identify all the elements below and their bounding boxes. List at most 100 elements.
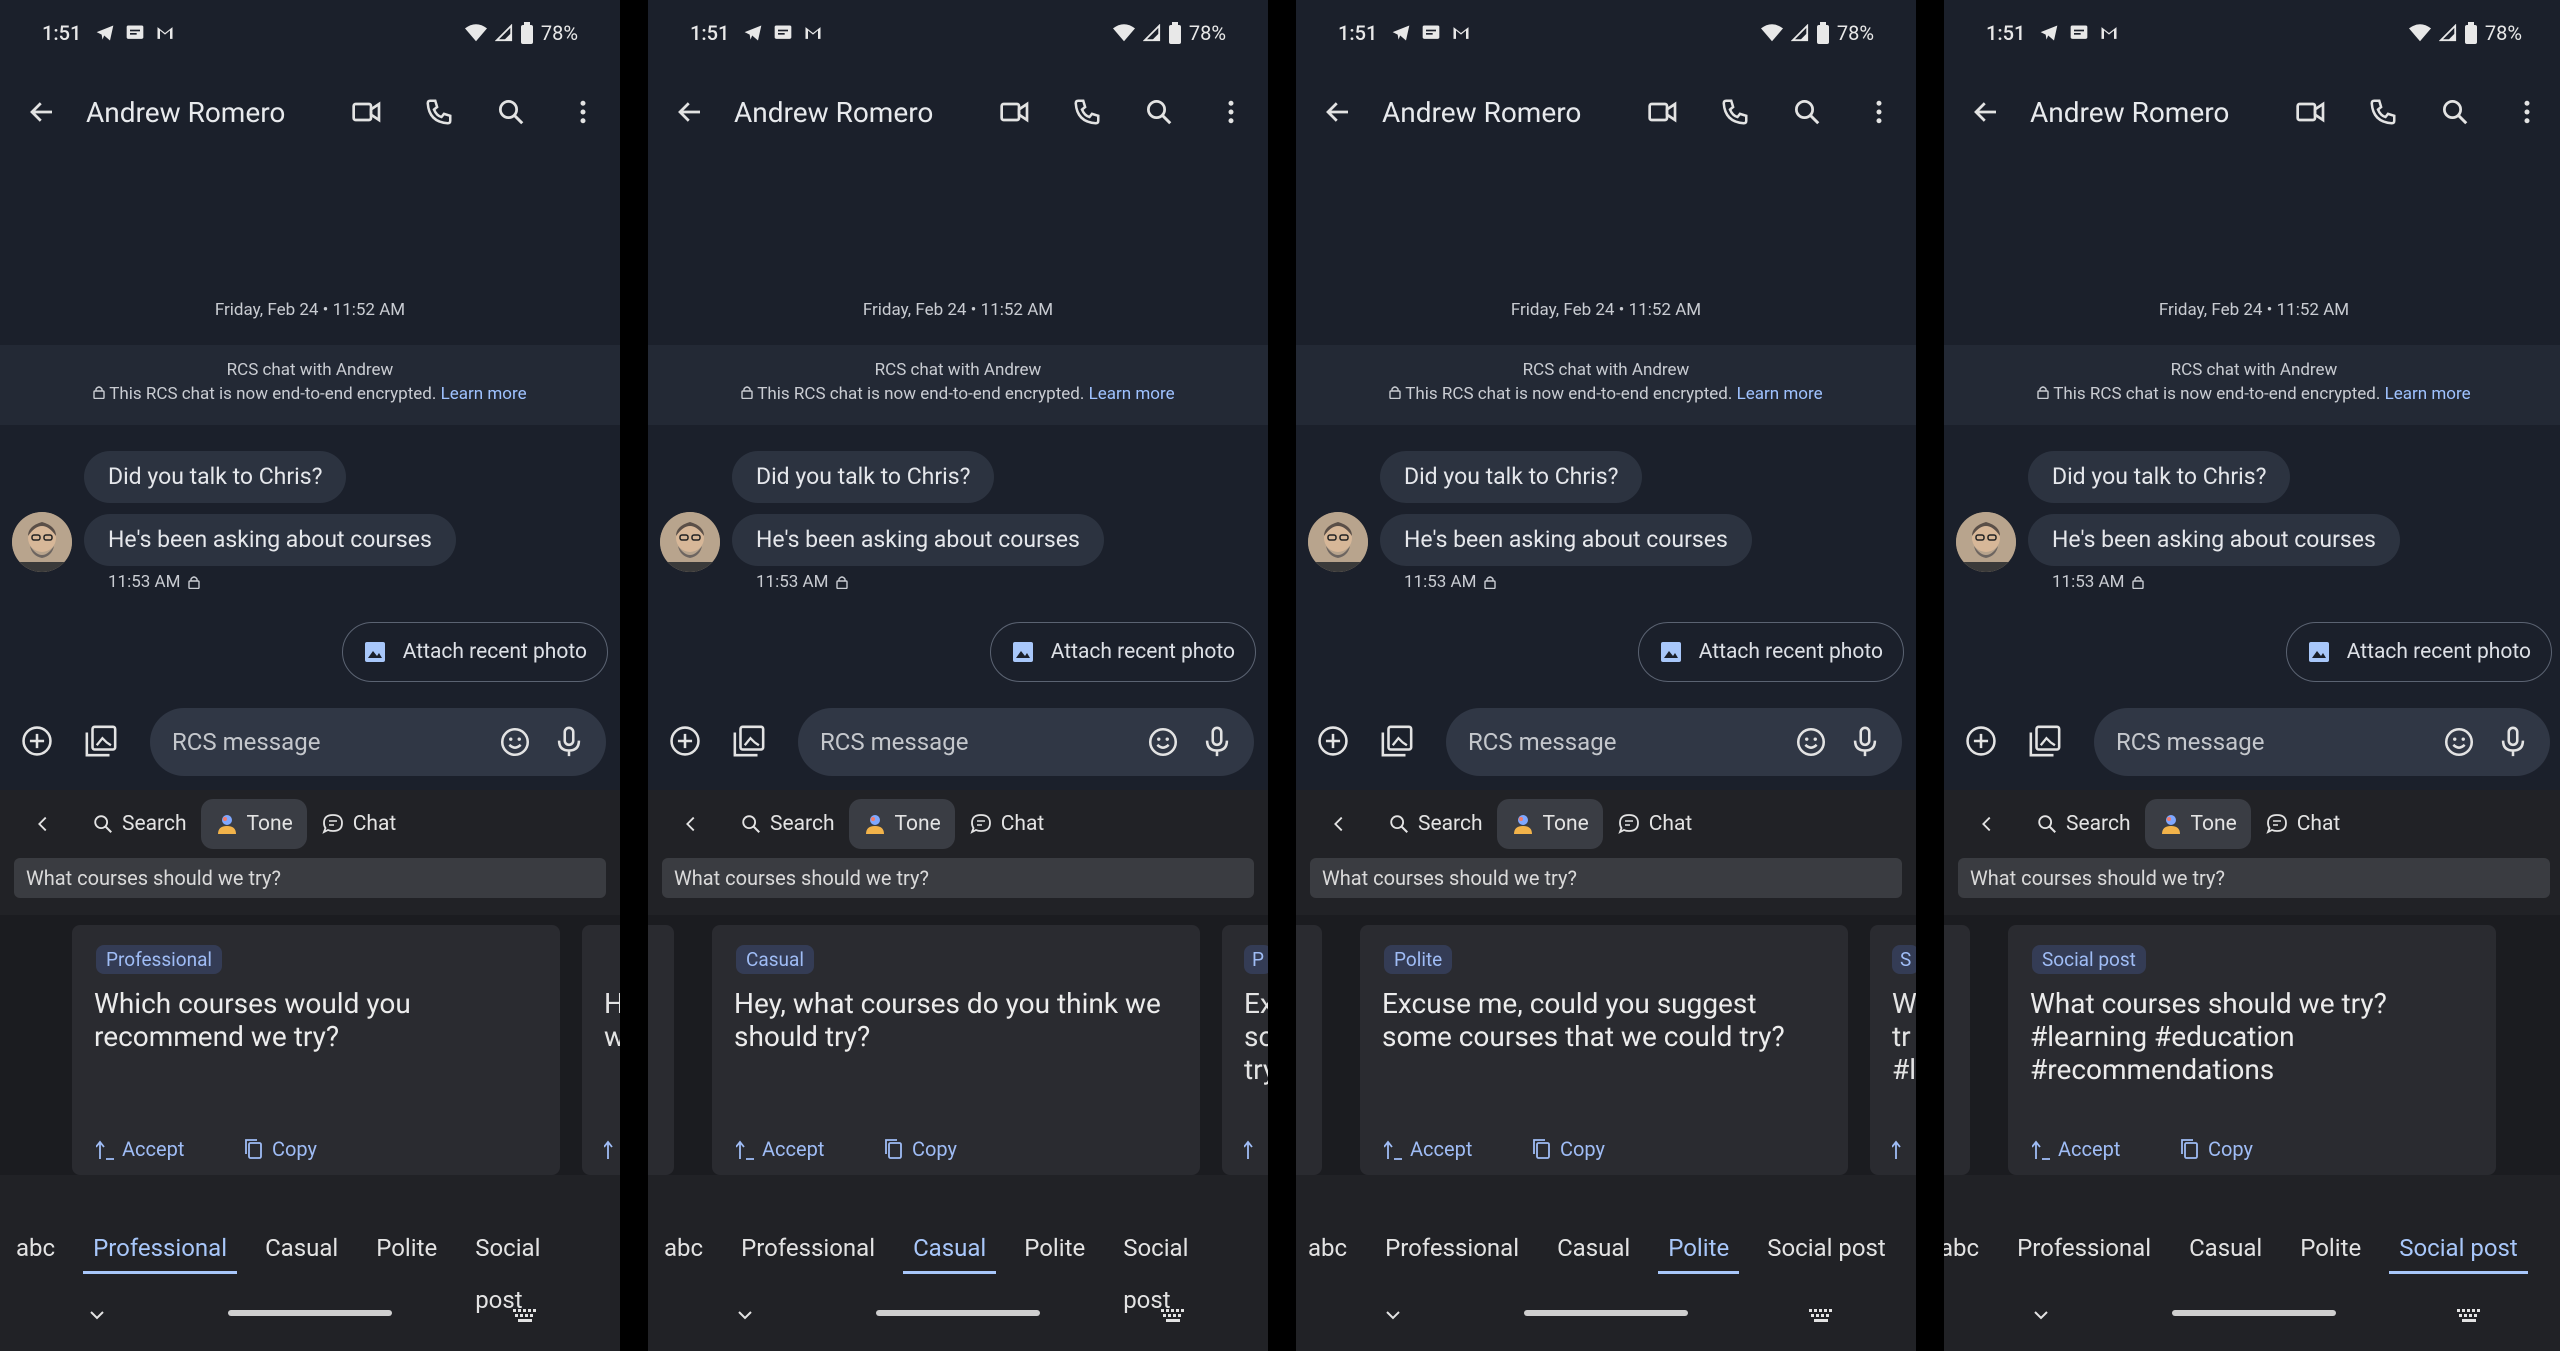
tone-tab-casual[interactable]: Casual [255, 1222, 348, 1274]
tone-tab-polite[interactable]: Polite [1658, 1222, 1740, 1274]
microphone-icon[interactable] [1848, 725, 1882, 759]
phone-call-icon[interactable] [422, 95, 456, 129]
tone-tab-abc[interactable]: abc [654, 1222, 713, 1274]
query-field[interactable]: What courses should we try? [14, 858, 606, 898]
tone-tab-abc[interactable]: abc [1298, 1222, 1357, 1274]
attach-recent-photo-button[interactable]: Attach recent photo [989, 622, 1256, 682]
home-indicator[interactable] [228, 1310, 392, 1316]
more-vert-icon[interactable] [2510, 95, 2544, 129]
tone-tab-casual[interactable]: Casual [1547, 1222, 1640, 1274]
tone-tab-social-post[interactable]: Social post [1757, 1222, 1896, 1274]
keyboard-icon[interactable] [1804, 1298, 1838, 1332]
tone-tab-professional[interactable]: Professional [1375, 1222, 1529, 1274]
phone-call-icon[interactable] [1070, 95, 1104, 129]
back-arrow-icon[interactable] [24, 94, 60, 130]
tab-tone[interactable]: Tone [1496, 799, 1603, 849]
tab-tone[interactable]: Tone [2144, 799, 2251, 849]
message-bubble[interactable]: He's been asking about courses [2028, 514, 2400, 566]
video-call-icon[interactable] [998, 95, 1032, 129]
microphone-icon[interactable] [1200, 725, 1234, 759]
tab-search[interactable]: Search [1374, 799, 1497, 849]
tab-search[interactable]: Search [2022, 799, 2145, 849]
message-bubble[interactable]: He's been asking about courses [1380, 514, 1752, 566]
tone-tab-casual[interactable]: Casual [903, 1222, 997, 1274]
microphone-icon[interactable] [2496, 725, 2530, 759]
message-input[interactable]: RCS message [2094, 708, 2550, 776]
tab-chat[interactable]: Chat [2251, 799, 2355, 849]
suggestion-card[interactable]: Polite Excuse me, could you suggest some… [1360, 925, 1848, 1175]
tab-tone[interactable]: Tone [200, 799, 307, 849]
search-icon[interactable] [494, 95, 528, 129]
add-circle-icon[interactable] [1964, 724, 1998, 758]
accept-button[interactable]: Accept [2032, 1137, 2120, 1161]
back-arrow-icon[interactable] [1968, 94, 2004, 130]
message-bubble[interactable]: Did you talk to Chris? [84, 451, 347, 503]
attach-recent-photo-button[interactable]: Attach recent photo [341, 622, 608, 682]
tone-tab-abc[interactable]: abc [6, 1222, 65, 1274]
emoji-icon[interactable] [1146, 725, 1180, 759]
tab-search[interactable]: Search [78, 799, 201, 849]
gallery-icon[interactable] [84, 724, 118, 758]
search-icon[interactable] [1790, 95, 1824, 129]
add-circle-icon[interactable] [20, 724, 54, 758]
tone-tab-social-post[interactable]: Social post [465, 1222, 602, 1314]
tone-tab-casual[interactable]: Casual [2179, 1222, 2272, 1274]
tone-tab-social-post[interactable]: Social post [1113, 1222, 1250, 1314]
keyboard-icon[interactable] [2452, 1298, 2486, 1332]
learn-more-link[interactable]: Learn more [1737, 384, 1823, 404]
tone-tab-professional[interactable]: Professional [731, 1222, 885, 1274]
more-vert-icon[interactable] [1862, 95, 1896, 129]
phone-call-icon[interactable] [2366, 95, 2400, 129]
video-call-icon[interactable] [1646, 95, 1680, 129]
tone-tab-polite[interactable]: Polite [1014, 1222, 1095, 1274]
next-suggestion-card[interactable]: S W tr #l [1870, 925, 1916, 1175]
accept-button[interactable]: Accept [736, 1137, 824, 1161]
previous-suggestion-card[interactable] [648, 925, 674, 1175]
more-vert-icon[interactable] [1214, 95, 1248, 129]
chevron-left-icon[interactable] [674, 807, 708, 841]
next-suggestion-card[interactable]: H w [582, 925, 620, 1175]
home-indicator[interactable] [2172, 1310, 2336, 1316]
chevron-left-icon[interactable] [1322, 807, 1356, 841]
search-icon[interactable] [1142, 95, 1176, 129]
avatar[interactable] [660, 512, 720, 572]
next-suggestion-card[interactable]: P Ex so try [1222, 925, 1268, 1175]
more-vert-icon[interactable] [566, 95, 600, 129]
add-circle-icon[interactable] [1316, 724, 1350, 758]
avatar[interactable] [12, 512, 72, 572]
emoji-icon[interactable] [498, 725, 532, 759]
chevron-left-icon[interactable] [1970, 807, 2004, 841]
message-bubble[interactable]: Did you talk to Chris? [2028, 451, 2291, 503]
attach-recent-photo-button[interactable]: Attach recent photo [1637, 622, 1904, 682]
message-input[interactable]: RCS message [1446, 708, 1902, 776]
gallery-icon[interactable] [732, 724, 766, 758]
tone-tab-professional[interactable]: Professional [83, 1222, 238, 1274]
emoji-icon[interactable] [1794, 725, 1828, 759]
suggestion-card[interactable]: Social post What courses should we try? … [2008, 925, 2496, 1175]
message-input[interactable]: RCS message [150, 708, 606, 776]
tab-search[interactable]: Search [726, 799, 849, 849]
search-icon[interactable] [2438, 95, 2472, 129]
avatar[interactable] [1956, 512, 2016, 572]
tone-tab-polite[interactable]: Polite [366, 1222, 447, 1274]
tone-tab-professional[interactable]: Professional [2007, 1222, 2161, 1274]
tone-tab-polite[interactable]: Polite [2290, 1222, 2371, 1274]
tab-chat[interactable]: Chat [1603, 799, 1707, 849]
home-indicator[interactable] [876, 1310, 1040, 1316]
chevron-left-icon[interactable] [26, 807, 60, 841]
learn-more-link[interactable]: Learn more [2385, 384, 2471, 404]
learn-more-link[interactable]: Learn more [441, 384, 527, 404]
copy-button[interactable]: Copy [244, 1137, 317, 1161]
message-bubble[interactable]: Did you talk to Chris? [1380, 451, 1643, 503]
phone-call-icon[interactable] [1718, 95, 1752, 129]
query-field[interactable]: What courses should we try? [1310, 858, 1902, 898]
video-call-icon[interactable] [2294, 95, 2328, 129]
tab-chat[interactable]: Chat [955, 799, 1059, 849]
accept-button[interactable]: Accept [96, 1137, 184, 1161]
message-bubble[interactable]: He's been asking about courses [732, 514, 1104, 566]
tab-tone[interactable]: Tone [848, 799, 955, 849]
add-circle-icon[interactable] [668, 724, 702, 758]
query-field[interactable]: What courses should we try? [1958, 858, 2550, 898]
message-bubble[interactable]: Did you talk to Chris? [732, 451, 995, 503]
gallery-icon[interactable] [2028, 724, 2062, 758]
